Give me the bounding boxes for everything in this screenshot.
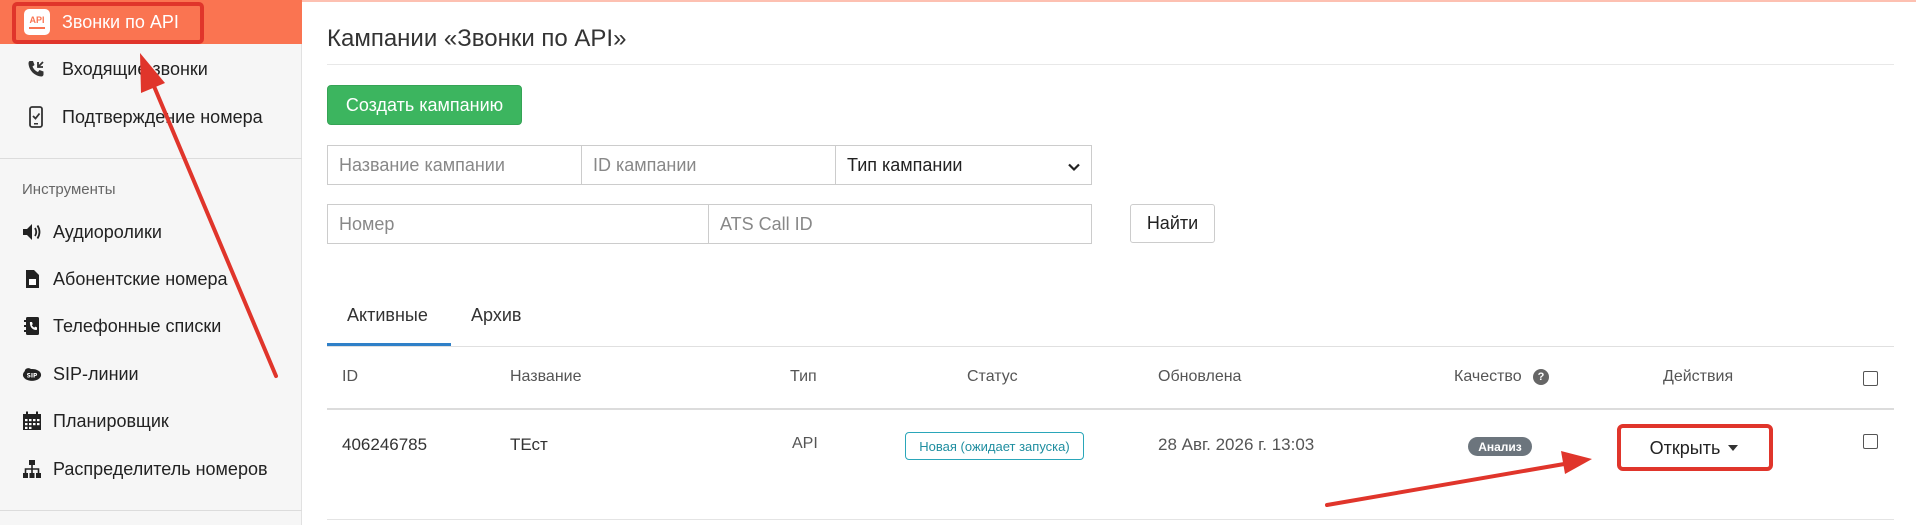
cell-updated: 28 Авг. 2026 г. 13:03 [1158, 435, 1315, 454]
svg-text:SIP: SIP [27, 374, 38, 380]
sidebar-item-label: Абонентские номера [53, 268, 228, 289]
campaign-type-select[interactable]: Тип кампании [835, 145, 1092, 185]
sidebar-item-subscriber-numbers[interactable]: Абонентские номера [0, 256, 302, 302]
table-row-divider [327, 519, 1894, 520]
sidebar-item-number-distributor[interactable]: Распределитель номеров [0, 446, 302, 492]
title-divider [327, 64, 1894, 65]
find-button[interactable]: Найти [1130, 204, 1215, 243]
column-header-actions: Действия [1663, 368, 1734, 385]
sidebar-item-label: Аудиоролики [53, 221, 162, 242]
column-header-name[interactable]: Название [510, 368, 582, 386]
page-title: Кампании «Звонки по API» [327, 25, 627, 52]
phone-incoming-icon [26, 58, 46, 80]
status-badge: Новая (ожидает запуска) [905, 432, 1084, 460]
tab-archive[interactable]: Архив [471, 305, 521, 326]
column-header-id[interactable]: ID [342, 368, 358, 386]
campaign-name-input[interactable] [327, 145, 582, 185]
address-book-icon [22, 315, 42, 337]
campaign-id-input[interactable] [581, 145, 836, 185]
cell-id: 406246785 [342, 435, 428, 454]
annotation-arrow [1325, 451, 1592, 507]
sidebar-item-number-confirmation[interactable]: Подтверждение номера [0, 94, 302, 140]
column-header-quality[interactable]: Качество [1454, 368, 1522, 386]
sitemap-icon [22, 458, 42, 480]
sim-card-icon [22, 268, 42, 290]
column-header-type[interactable]: Тип [790, 368, 817, 386]
calendar-icon [22, 410, 42, 432]
annotation-highlight-box [12, 2, 204, 44]
phone-check-icon [26, 106, 46, 128]
number-input[interactable] [327, 204, 709, 244]
sidebar-divider [0, 158, 302, 159]
top-accent-bar [302, 0, 1916, 2]
tabs-divider [327, 346, 1894, 347]
ats-call-id-input[interactable] [708, 204, 1092, 244]
sidebar-item-scheduler[interactable]: Планировщик [0, 398, 302, 444]
cell-type: API [792, 435, 818, 452]
chevron-down-icon [1067, 158, 1081, 179]
help-icon[interactable]: ? [1533, 369, 1549, 385]
create-campaign-button[interactable]: Создать кампанию [327, 85, 522, 125]
sidebar-item-audio[interactable]: Аудиоролики [0, 209, 302, 255]
sidebar-item-incoming-calls[interactable]: Входящие звонки [0, 46, 302, 92]
sidebar-item-label: SIP-линии [53, 363, 139, 384]
select-all-checkbox[interactable] [1863, 371, 1878, 386]
tab-active[interactable]: Активные [347, 305, 428, 326]
sip-icon: SIP [22, 363, 42, 385]
annotation-highlight-box [1617, 424, 1773, 471]
sidebar-section-title: Инструменты [22, 181, 116, 198]
sidebar: API Звонки по API Входящие звонки Подтве… [0, 0, 302, 525]
cell-name: ТЕст [510, 435, 548, 454]
sidebar-item-sip-lines[interactable]: SIP SIP-линии [0, 351, 302, 397]
column-header-updated[interactable]: Обновлена [1158, 368, 1241, 386]
sidebar-item-label: Распределитель номеров [53, 458, 268, 479]
speaker-icon [22, 221, 42, 243]
row-checkbox[interactable] [1863, 434, 1878, 449]
sidebar-item-label: Планировщик [53, 410, 169, 431]
sidebar-item-phone-lists[interactable]: Телефонные списки [0, 303, 302, 349]
sidebar-item-label: Входящие звонки [62, 58, 208, 79]
sidebar-divider [0, 510, 302, 511]
campaign-type-select-value: Тип кампании [847, 154, 963, 175]
column-header-status[interactable]: Статус [967, 368, 1018, 386]
sidebar-item-label: Телефонные списки [53, 315, 222, 336]
quality-badge[interactable]: Анализ [1468, 437, 1532, 456]
table-header-divider [327, 408, 1894, 410]
sidebar-item-label: Подтверждение номера [62, 106, 263, 127]
app-root: API Звонки по API Входящие звонки Подтве… [0, 0, 1916, 525]
